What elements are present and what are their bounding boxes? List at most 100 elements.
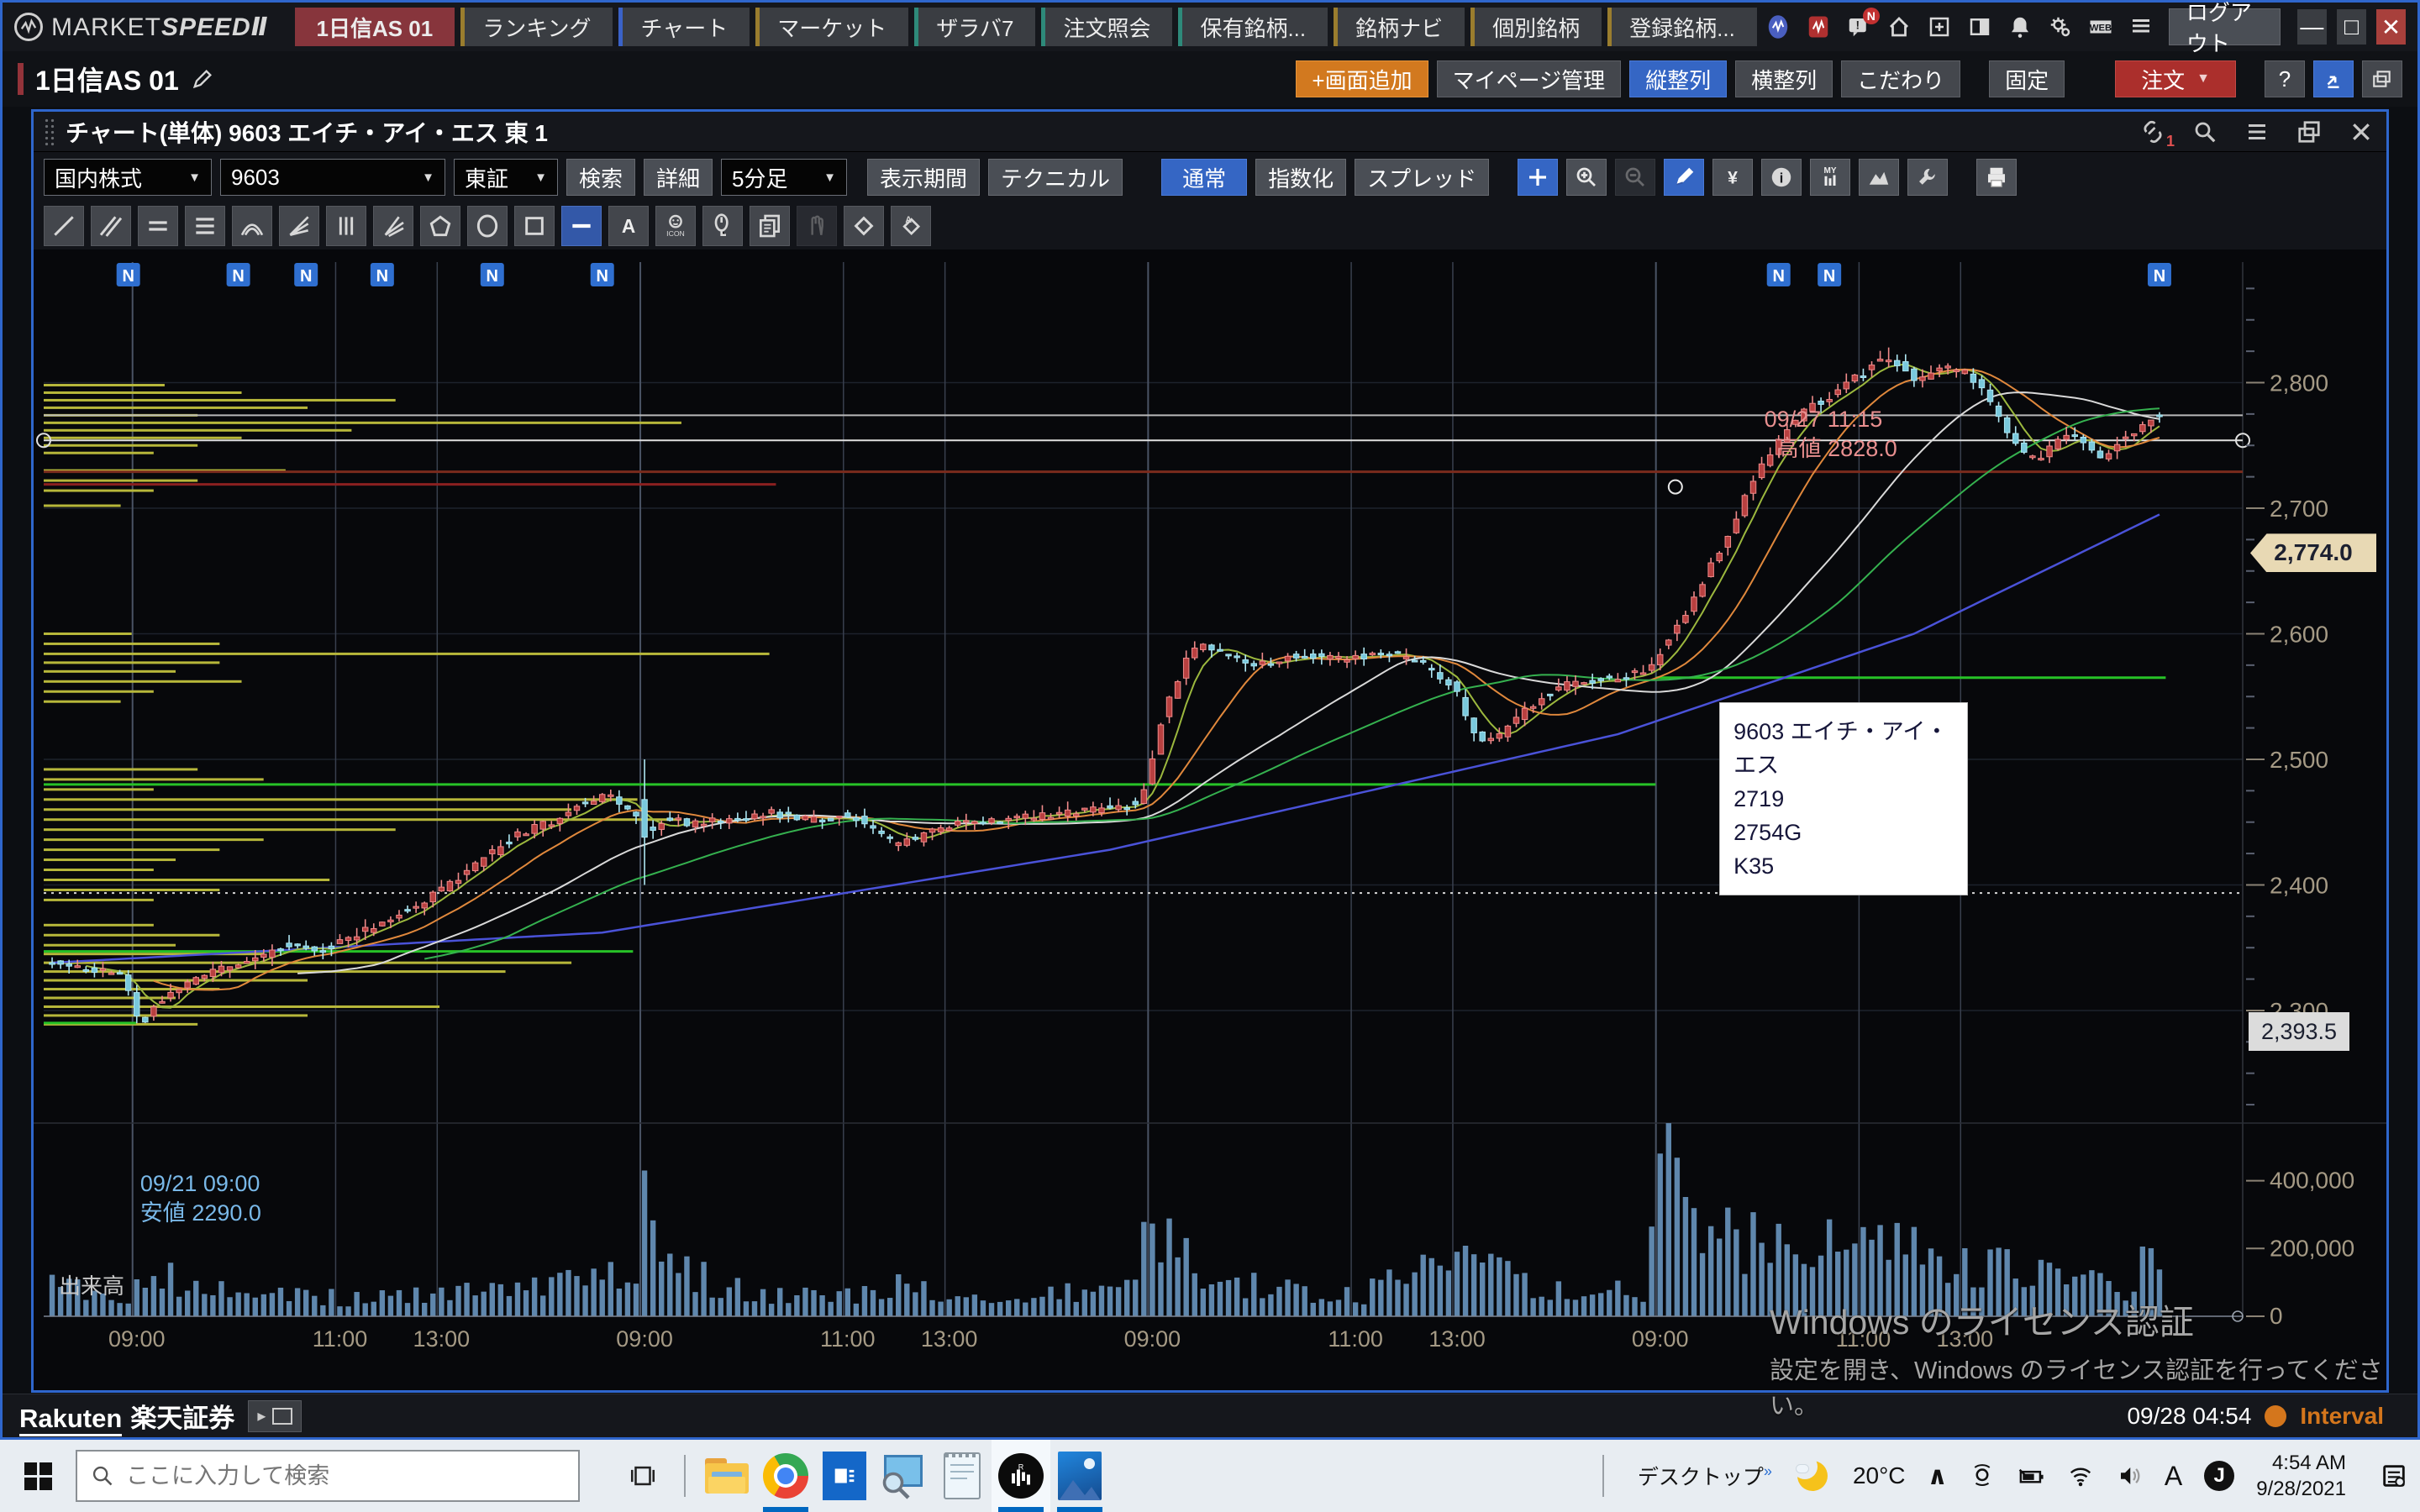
panel-toggle-button[interactable]: ▸ — [248, 1400, 302, 1432]
spread-mode-button[interactable]: スプレッド — [1355, 159, 1489, 196]
start-button[interactable] — [0, 1440, 76, 1512]
help-button[interactable]: ? — [2265, 60, 2305, 97]
zoom-in-button[interactable] — [1566, 159, 1607, 196]
crosshair-plus-button[interactable] — [1518, 159, 1558, 196]
parallel-line-tool[interactable] — [91, 206, 131, 246]
fibonacci-arc-tool[interactable] — [232, 206, 272, 246]
minimize-button[interactable]: — — [2297, 9, 2327, 45]
search-input[interactable] — [126, 1463, 529, 1489]
maximize-button[interactable]: □ — [2337, 9, 2366, 45]
news-markers[interactable]: NNNNNNNNN — [117, 263, 2171, 286]
rectangle-tool[interactable] — [514, 206, 555, 246]
taskbar-clock[interactable]: 4:54 AM 9/28/2021 — [2256, 1450, 2346, 1502]
text-tool[interactable]: A — [608, 206, 649, 246]
icon-stamp-tool[interactable]: ICON — [655, 206, 696, 246]
add-window-icon[interactable] — [1923, 11, 1955, 43]
top-tab-4[interactable]: ザラバ7 — [914, 8, 1035, 46]
desktop-toolbar[interactable]: デスクトップ» — [1638, 1461, 1772, 1491]
expand-chevrons[interactable]: » — [1764, 1463, 1772, 1480]
pentagon-tool[interactable] — [420, 206, 460, 246]
battery-icon[interactable] — [2017, 1463, 2045, 1488]
symbol-code-select[interactable]: 9603▼ — [220, 159, 445, 196]
tray-expand-icon[interactable]: ∧ — [1928, 1462, 1948, 1491]
add-screen-button[interactable]: +画面追加 — [1296, 60, 1428, 97]
weather-moon-icon[interactable] — [1794, 1457, 1831, 1494]
support-button[interactable] — [2313, 60, 2354, 97]
notice-icon[interactable]: !N — [1843, 11, 1875, 43]
taskbar-search[interactable] — [76, 1450, 580, 1502]
vertical-lines-tool[interactable] — [326, 206, 366, 246]
double-hline-tool[interactable] — [138, 206, 178, 246]
pointer-tool[interactable] — [702, 206, 743, 246]
normal-mode-button[interactable]: 通常 — [1161, 159, 1247, 196]
ellipse-tool[interactable] — [467, 206, 508, 246]
top-tab-8[interactable]: 個別銘柄 — [1470, 8, 1602, 46]
line-drag-handle[interactable] — [1669, 480, 1682, 494]
taskbar-marketspeed[interactable]: R — [992, 1440, 1050, 1512]
edit-pencil-icon[interactable] — [191, 67, 214, 91]
window-layout-button[interactable] — [2362, 60, 2402, 97]
volume-icon[interactable] — [2116, 1463, 2143, 1488]
bell-icon[interactable] — [2004, 11, 2036, 43]
taskbar-chrome[interactable] — [756, 1440, 815, 1512]
interval-select[interactable]: 5分足▼ — [721, 159, 847, 196]
pin-button[interactable]: 固定 — [1989, 60, 2065, 97]
ime-lang-icon[interactable]: J — [2204, 1461, 2234, 1491]
taskbar-photos[interactable] — [1050, 1440, 1109, 1512]
drag-handle[interactable] — [44, 118, 55, 146]
taskbar-snip[interactable] — [874, 1440, 933, 1512]
search-button[interactable]: 検索 — [566, 159, 635, 196]
draw-pencil-button[interactable] — [1664, 159, 1704, 196]
chart-window-header[interactable]: チャート(単体) 9603 エイチ・アイ・エス 東 1 1 — [34, 112, 2386, 152]
top-tab-9[interactable]: 登録銘柄... — [1607, 8, 1757, 46]
chart-client-area[interactable]: NNNNNNNNN2,3002,4002,5002,6002,7002,8004… — [34, 249, 2386, 1395]
chart-canvas[interactable]: NNNNNNNNN2,3002,4002,5002,6002,7002,8004… — [34, 249, 2386, 1395]
action-center-icon[interactable] — [2380, 1462, 2408, 1490]
yen-display-button[interactable]: ¥ — [1712, 159, 1753, 196]
duplicate-object-tool[interactable] — [750, 206, 790, 246]
period-button[interactable]: 表示期間 — [867, 159, 980, 196]
temperature-label[interactable]: 20°C — [1853, 1462, 1906, 1489]
technical-button[interactable]: テクニカル — [988, 159, 1123, 196]
marketspeed-app-icon[interactable] — [1762, 11, 1794, 43]
top-tab-1[interactable]: ランキング — [460, 8, 613, 46]
web-link-icon[interactable]: WEB — [2085, 11, 2117, 43]
settings-gear-icon[interactable] — [2044, 11, 2076, 43]
task-view-button[interactable] — [613, 1440, 672, 1512]
eraser-tool[interactable] — [844, 206, 884, 246]
trendline-tool[interactable] — [44, 206, 84, 246]
mypage-button[interactable]: マイページ管理 — [1437, 60, 1621, 97]
marketspeed-fx-icon[interactable] — [1802, 11, 1834, 43]
erase-all-tool[interactable]: A — [891, 206, 931, 246]
close-chart-icon[interactable] — [2346, 117, 2376, 147]
chart-settings-button[interactable] — [1907, 159, 1948, 196]
link-windows-icon[interactable]: 1 — [2138, 117, 2168, 147]
top-tab-6[interactable]: 保有銘柄... — [1178, 8, 1328, 46]
info-button[interactable]: i — [1761, 159, 1802, 196]
market-select[interactable]: 国内株式▼ — [44, 159, 212, 196]
ime-mode-label[interactable]: A — [2165, 1461, 2182, 1492]
hand-tool[interactable] — [797, 206, 837, 246]
menu-icon[interactable] — [2242, 117, 2272, 147]
order-button[interactable]: 注文▼ — [2115, 60, 2236, 97]
taskbar-notepad[interactable] — [933, 1440, 992, 1512]
top-tab-2[interactable]: チャート — [618, 8, 750, 46]
horizontal-align-button[interactable]: 横整列 — [1735, 60, 1833, 97]
top-tab-3[interactable]: マーケット — [755, 8, 908, 46]
wifi-icon[interactable] — [2067, 1463, 2094, 1488]
taskbar-explorer[interactable] — [697, 1440, 756, 1512]
top-tab-5[interactable]: 注文照会 — [1041, 8, 1172, 46]
detail-button[interactable]: 詳細 — [644, 159, 713, 196]
indexed-mode-button[interactable]: 指数化 — [1255, 159, 1346, 196]
side-panel-icon[interactable] — [1964, 11, 1996, 43]
my-chart-button[interactable]: MY — [1810, 159, 1850, 196]
logout-button[interactable]: ログアウト — [2169, 8, 2281, 45]
search-icon[interactable] — [2190, 117, 2220, 147]
duplicate-window-icon[interactable] — [2294, 117, 2324, 147]
triple-hline-tool[interactable] — [185, 206, 225, 246]
zoom-out-button[interactable] — [1615, 159, 1655, 196]
print-button[interactable] — [1976, 159, 2017, 196]
top-tab-0[interactable]: 1日信AS 01 — [295, 8, 455, 46]
horizontal-line-tool[interactable] — [561, 206, 602, 246]
webcam-icon[interactable] — [1970, 1463, 1995, 1488]
